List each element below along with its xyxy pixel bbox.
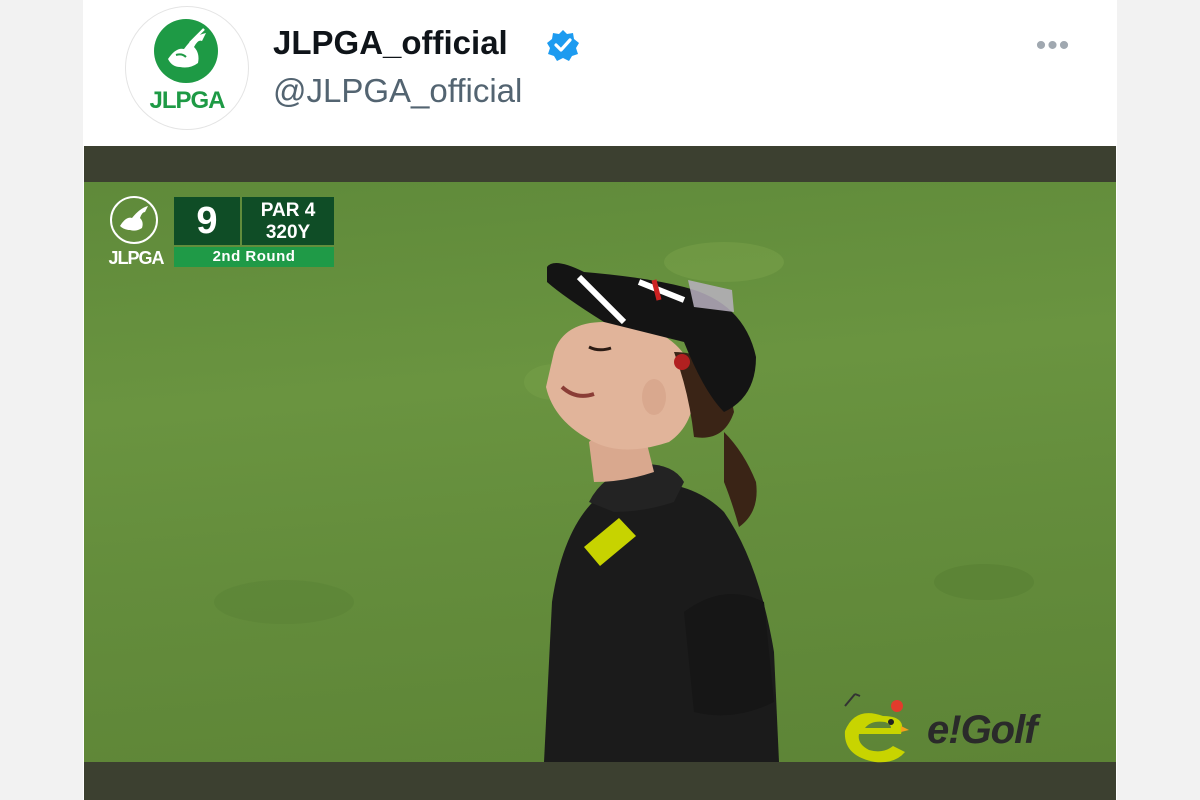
egolf-watermark: e!Golf <box>835 686 1095 776</box>
avatar-logo-text: JLPGA <box>149 87 225 114</box>
letterbox-top <box>84 146 1116 182</box>
egolf-wordmark: e!Golf <box>927 708 1038 752</box>
jlpga-logo-icon <box>154 19 218 83</box>
round-label: 2nd Round <box>174 247 334 267</box>
more-horizontal-icon[interactable]: ••• <box>1028 28 1078 64</box>
golfer-image <box>214 242 1034 762</box>
yardage-label: 320Y <box>265 222 311 243</box>
avatar[interactable]: JLPGA <box>125 6 249 130</box>
display-name[interactable]: JLPGA_official <box>273 24 508 62</box>
jlpga-emblem-icon <box>110 196 158 244</box>
account-handle[interactable]: @JLPGA_official <box>273 72 522 110</box>
broadcast-jlpga-logo: JLPGA <box>108 196 165 272</box>
hole-number: 9 <box>174 197 240 245</box>
par-yardage: PAR 4 320Y <box>242 197 334 245</box>
hole-info-box: 9 PAR 4 320Y 2nd Round <box>174 197 334 267</box>
egolf-mascot-icon <box>844 693 909 763</box>
post-header: JLPGA JLPGA_official @JLPGA_official ••• <box>83 0 1117 146</box>
par-label: PAR 4 <box>260 200 316 221</box>
broadcast-logo-text: JLPGA <box>108 248 164 268</box>
verified-badge-icon <box>546 28 580 62</box>
post-card: JLPGA JLPGA_official @JLPGA_official ••• <box>83 0 1117 800</box>
